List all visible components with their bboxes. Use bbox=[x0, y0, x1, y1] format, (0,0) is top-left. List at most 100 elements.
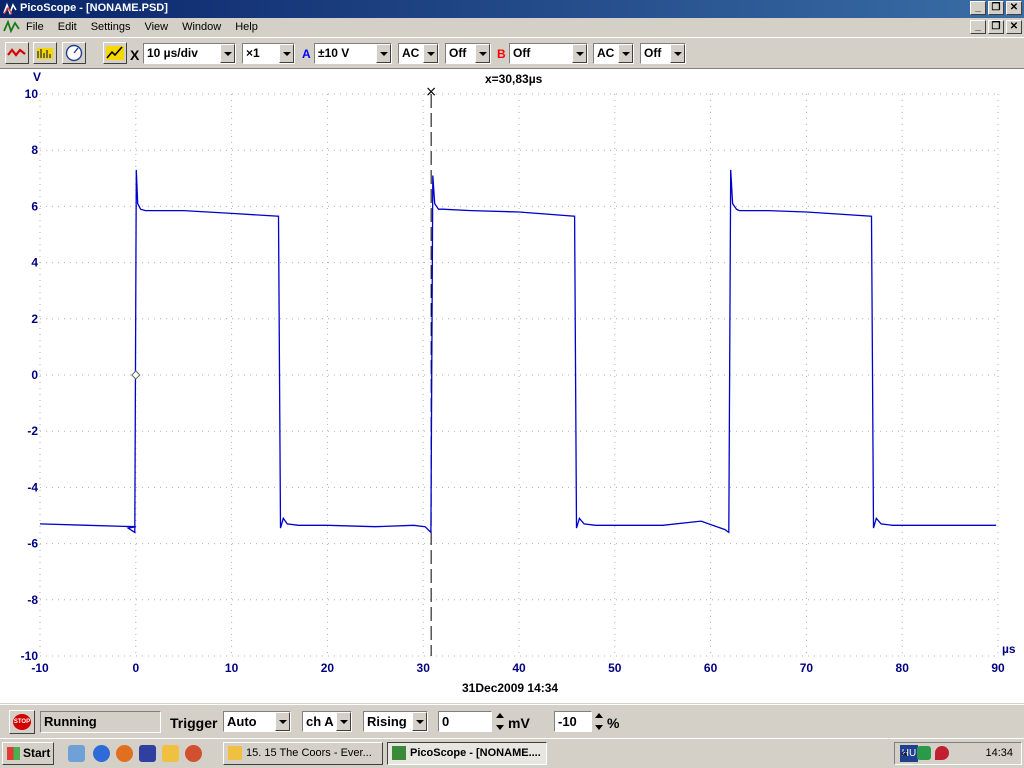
x-tick-labels: -10 0 10 20 30 40 50 60 70 80 90 bbox=[31, 661, 1005, 675]
channel-a-trace bbox=[39, 169, 997, 534]
taskbar-item-picoscope-label: PicoScope - [NONAME.... bbox=[410, 747, 541, 759]
trigger-mode-select[interactable]: Auto bbox=[223, 711, 291, 732]
chevron-down-icon bbox=[279, 44, 294, 63]
doc-close-button[interactable]: ✕ bbox=[1006, 20, 1022, 34]
channel-b-range-value: Off bbox=[513, 46, 531, 60]
channel-b-coupling-value: AC bbox=[597, 46, 615, 60]
start-button[interactable]: Start bbox=[2, 742, 54, 765]
screen: PicoScope - [NONAME.PSD] _ ❐ ✕ File Edit… bbox=[0, 0, 1024, 768]
menu-help[interactable]: Help bbox=[235, 21, 258, 33]
x-tick-label: 40 bbox=[512, 661, 526, 675]
x-tick-label: 0 bbox=[132, 661, 139, 675]
y-axis-label: V bbox=[33, 70, 41, 84]
trigger-channel-select[interactable]: ch A bbox=[302, 711, 352, 732]
spectrum-view-button[interactable] bbox=[33, 42, 57, 64]
picoscope-shortcut-icon[interactable] bbox=[162, 745, 179, 762]
timebase-select[interactable]: 10 µs/div bbox=[143, 43, 236, 64]
menu-window[interactable]: Window bbox=[182, 21, 221, 33]
channel-b-range-select[interactable]: Off bbox=[509, 43, 588, 64]
menu-view[interactable]: View bbox=[144, 21, 168, 33]
timestamp: 31Dec2009 14:34 bbox=[462, 681, 558, 695]
windows-flag-icon bbox=[7, 747, 20, 760]
doc-restore-button[interactable]: ❐ bbox=[988, 20, 1004, 34]
security-shield-icon[interactable] bbox=[935, 746, 949, 760]
doc-minimize-button[interactable]: _ bbox=[970, 20, 986, 34]
minimize-button[interactable]: _ bbox=[970, 1, 986, 15]
chevron-down-icon bbox=[670, 44, 685, 63]
taskbar-item-music[interactable]: 15. 15 The Coors - Ever... bbox=[223, 742, 383, 765]
scope-view-button[interactable] bbox=[5, 42, 29, 64]
cross-icon[interactable]: X bbox=[130, 47, 139, 63]
document-window-controls: _ ❐ ✕ bbox=[970, 20, 1022, 34]
zoom-select[interactable]: ×1 bbox=[242, 43, 295, 64]
pretrigger-spinner[interactable] bbox=[593, 711, 606, 733]
spectrum-view-icon bbox=[37, 48, 53, 59]
firefox-icon[interactable] bbox=[116, 745, 133, 762]
menu-edit[interactable]: Edit bbox=[58, 21, 77, 33]
trigger-mode-value: Auto bbox=[227, 714, 257, 729]
channel-a-extra-value: Off bbox=[449, 46, 467, 60]
channel-b-coupling-select[interactable]: AC bbox=[593, 43, 634, 64]
channel-a-extra-select[interactable]: Off bbox=[445, 43, 491, 64]
title-bar: PicoScope - [NONAME.PSD] _ ❐ ✕ bbox=[0, 0, 1024, 18]
x-tick-label: 60 bbox=[704, 661, 718, 675]
restore-button[interactable]: ❐ bbox=[988, 1, 1004, 15]
stop-button[interactable]: STOP bbox=[9, 710, 35, 734]
close-button[interactable]: ✕ bbox=[1006, 1, 1022, 15]
trigger-level-input[interactable]: 0 bbox=[438, 711, 492, 732]
menu-bar: File Edit Settings View Window Help _ ❐ … bbox=[0, 18, 1024, 37]
x-tick-label: 80 bbox=[896, 661, 910, 675]
y-tick-label: -6 bbox=[27, 537, 38, 551]
picoscope-app-icon bbox=[3, 2, 17, 16]
taskbar: Start 15. 15 The Coors - Ever... PicoSco… bbox=[0, 738, 1024, 768]
channel-a-range-select[interactable]: ±10 V bbox=[314, 43, 392, 64]
x-tick-label: 30 bbox=[417, 661, 431, 675]
oscilloscope-plot[interactable]: 10 8 6 4 2 0 -2 -4 -6 -8 -10 -10 0 10 20 30 40 50 60 70 80 9… bbox=[0, 69, 1024, 703]
y-tick-labels: 1086420-2-4-6-8-10 bbox=[21, 87, 39, 663]
x-axis-label: µs bbox=[1002, 642, 1016, 656]
chevron-down-icon bbox=[220, 44, 235, 63]
trace-style-button[interactable] bbox=[103, 42, 127, 64]
save-icon[interactable] bbox=[139, 745, 156, 762]
channel-a-coupling-select[interactable]: AC bbox=[398, 43, 439, 64]
plot-grid bbox=[39, 93, 999, 657]
y-tick-label: -4 bbox=[27, 480, 38, 494]
channel-b-extra-select[interactable]: Off bbox=[640, 43, 686, 64]
x-tick-label: -10 bbox=[31, 661, 49, 675]
time-cursor-handle-icon[interactable]: × bbox=[425, 84, 437, 100]
x-tick-label: 70 bbox=[800, 661, 814, 675]
channel-b-label: B bbox=[497, 47, 506, 61]
menu-file[interactable]: File bbox=[26, 21, 44, 33]
meter-view-button[interactable] bbox=[62, 42, 86, 64]
pretrigger-input[interactable]: -10 bbox=[554, 711, 592, 732]
trigger-level-unit: mV bbox=[508, 715, 530, 731]
document-icon[interactable] bbox=[3, 20, 21, 34]
scope-view-icon bbox=[7, 48, 26, 57]
media-player-icon[interactable] bbox=[185, 745, 202, 762]
y-tick-label: 2 bbox=[31, 312, 38, 326]
y-tick-label: 4 bbox=[31, 256, 38, 270]
menu-settings[interactable]: Settings bbox=[91, 21, 131, 33]
network-icon[interactable] bbox=[917, 746, 931, 760]
toolbar: X 10 µs/div ×1 A ±10 V AC Off B Off AC O… bbox=[0, 37, 1024, 69]
trigger-bar: STOP Running Trigger Auto ch A Rising 0 … bbox=[0, 704, 1024, 738]
meter-view-icon bbox=[65, 44, 83, 62]
waveform-chart[interactable]: 1086420-2-4-6-8-10 -10 0 10 20 30 40 50 60 70 80 9… bbox=[0, 69, 1024, 703]
channel-a-label: A bbox=[302, 47, 311, 61]
trigger-edge-select[interactable]: Rising bbox=[363, 711, 428, 732]
cursor-readout: x=30,83µs bbox=[485, 72, 543, 86]
trigger-level-spinner[interactable] bbox=[494, 711, 507, 733]
tray-expand-icon[interactable]: « bbox=[901, 746, 908, 760]
trigger-marker-icon[interactable] bbox=[131, 370, 141, 380]
show-desktop-icon[interactable] bbox=[68, 745, 85, 762]
x-tick-label: 10 bbox=[225, 661, 239, 675]
y-tick-label: 0 bbox=[31, 368, 38, 382]
taskbar-item-picoscope[interactable]: PicoScope - [NONAME.... bbox=[387, 742, 547, 765]
picoscope-task-icon bbox=[392, 746, 406, 760]
trigger-label: Trigger bbox=[170, 715, 218, 731]
internet-explorer-icon[interactable] bbox=[93, 745, 110, 762]
chevron-down-icon bbox=[423, 44, 438, 63]
x-tick-label: 90 bbox=[991, 661, 1005, 675]
winamp-icon bbox=[228, 746, 242, 760]
y-tick-label: 8 bbox=[31, 143, 38, 157]
